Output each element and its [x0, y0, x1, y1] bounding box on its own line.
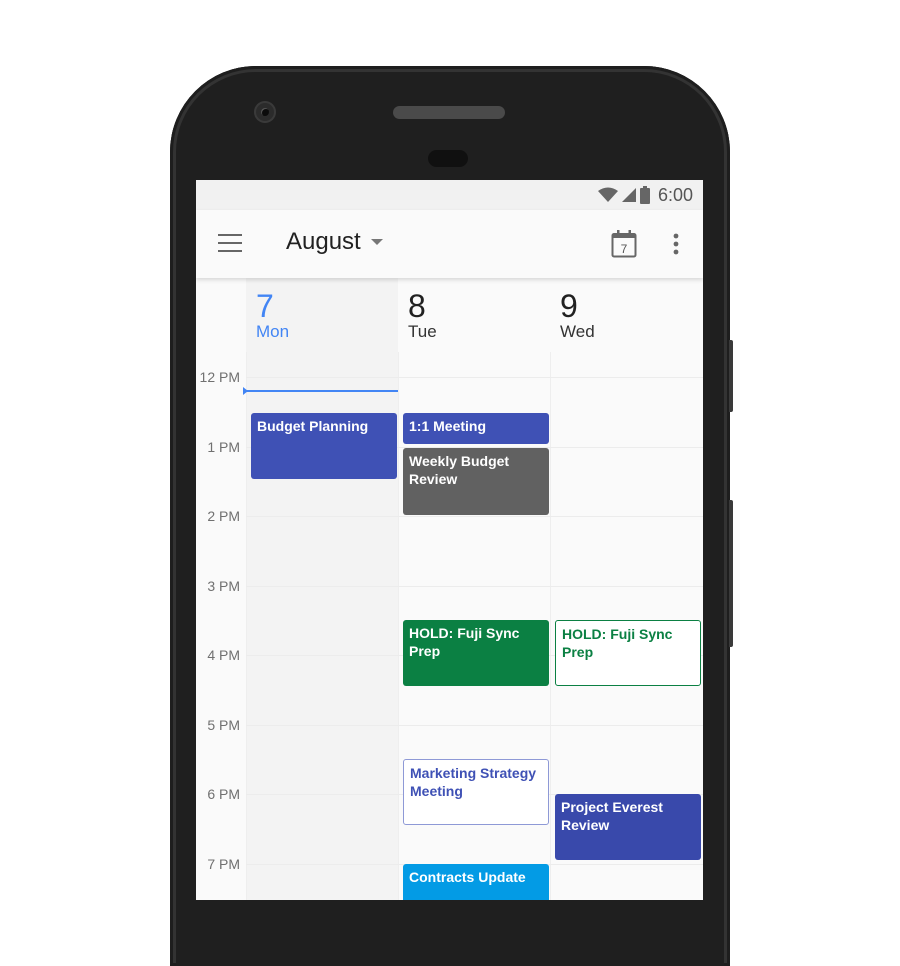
event-project-everest-review[interactable]: Project Everest Review	[555, 794, 701, 861]
event-budget-planning[interactable]: Budget Planning	[251, 413, 397, 480]
calendar-today-icon: 7	[611, 230, 637, 258]
hour-label: 4 PM	[207, 647, 240, 663]
hour-gridline	[246, 377, 703, 378]
status-time: 6:00	[657, 184, 693, 205]
day-name: Mon	[256, 322, 290, 341]
hour-label: 5 PM	[207, 716, 240, 733]
hour-label: 12 PM	[199, 369, 240, 385]
hour-label: 3 PM	[207, 577, 240, 594]
hour-label: 1 PM	[207, 438, 240, 455]
front-camera	[254, 101, 276, 123]
day-number: 7	[256, 288, 274, 324]
day-header-mon[interactable]: 7 Mon	[246, 278, 398, 352]
hour-gridline	[246, 585, 703, 587]
proximity-sensor	[428, 150, 468, 167]
day-number: 9	[560, 288, 578, 324]
app-bar: August 7	[196, 210, 703, 278]
day-header-tue[interactable]: 8 Tue	[398, 278, 550, 352]
event-marketing-strategy-meeting[interactable]: Marketing Strategy Meeting	[403, 759, 549, 826]
month-selector[interactable]: August	[286, 228, 383, 256]
day-name: Tue	[408, 322, 437, 341]
event-contracts-update[interactable]: Contracts Update	[403, 863, 549, 900]
earpiece-speaker	[393, 106, 505, 119]
hour-label: 7 PM	[207, 855, 240, 872]
hamburger-menu-icon[interactable]	[218, 234, 242, 252]
current-time-marker	[243, 386, 248, 395]
month-title: August	[286, 228, 361, 255]
today-day-number: 7	[621, 242, 628, 256]
day-header-wed[interactable]: 9 Wed	[550, 278, 702, 352]
battery-icon	[639, 186, 650, 204]
event-hold-fuji-sync-prep[interactable]: HOLD: Fuji Sync Prep	[403, 620, 549, 687]
today-button[interactable]: 7	[611, 230, 637, 258]
hour-label: 2 PM	[207, 508, 240, 524]
hour-gridline	[246, 516, 703, 517]
event-hold-fuji-sync-prep[interactable]: HOLD: Fuji Sync Prep	[555, 620, 701, 687]
status-bar: 6:00	[196, 180, 703, 210]
screen: 6:00 August 7 12 PM 1 PM 2 PM 3 PM 4 PM 5 PM 6…	[196, 180, 703, 900]
day-name: Wed	[560, 322, 595, 341]
event-1-1-meeting[interactable]: 1:1 Meeting	[403, 413, 549, 445]
week-grid: 12 PM 1 PM 2 PM 3 PM 4 PM 5 PM 6 PM 7 PM Budget …	[196, 352, 703, 900]
volume-button	[729, 500, 733, 647]
more-vert-icon[interactable]	[666, 230, 686, 258]
hour-label: 6 PM	[207, 786, 240, 802]
cell-signal-icon	[621, 188, 636, 202]
caret-down-icon	[370, 239, 383, 245]
event-weekly-budget-review[interactable]: Weekly Budget Review	[403, 447, 549, 515]
day-number: 8	[408, 288, 426, 324]
wifi-icon	[597, 187, 618, 202]
current-time-indicator	[243, 386, 398, 395]
hour-gridline	[246, 724, 703, 726]
power-button	[729, 340, 733, 412]
